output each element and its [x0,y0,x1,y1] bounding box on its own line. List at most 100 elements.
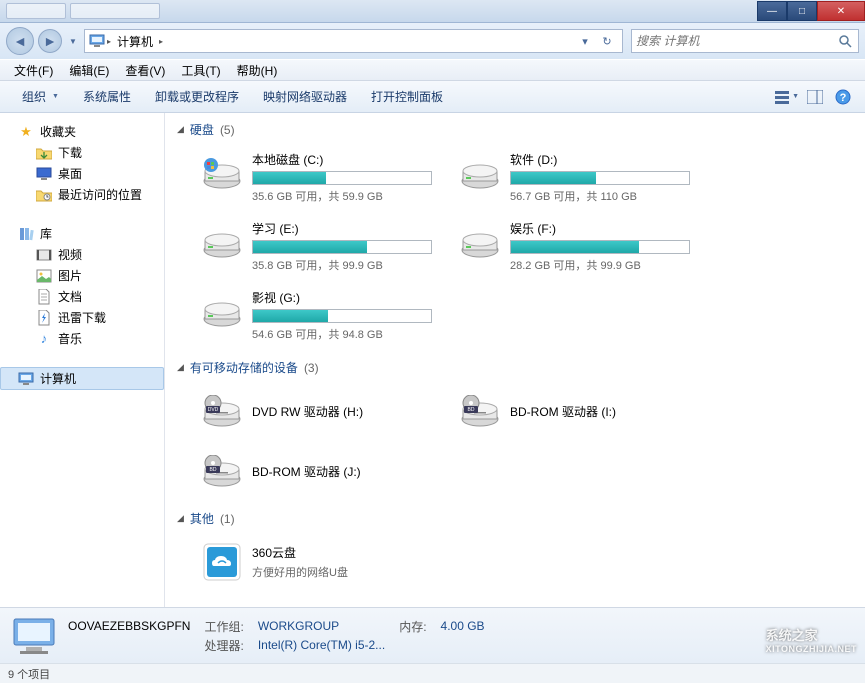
thunder-icon [36,310,52,326]
collapse-icon: ◢ [177,513,184,524]
capacity-bar [510,240,690,254]
drive-capacity: 54.6 GB 可用，共 94.8 GB [252,326,436,342]
menu-bar: 文件(F) 编辑(E) 查看(V) 工具(T) 帮助(H) [0,59,865,81]
open-control-panel-button[interactable]: 打开控制面板 [359,84,455,109]
sidebar-pictures[interactable]: 图片 [0,265,164,286]
system-properties-button[interactable]: 系统属性 [71,84,143,109]
document-icon [36,289,52,305]
refresh-button[interactable]: ↻ [596,30,618,52]
capacity-bar [252,171,432,185]
back-button[interactable]: ◄ [6,27,34,55]
drive-name: 360云盘 [252,544,436,561]
search-input[interactable] [636,34,836,48]
drive-item[interactable]: DVD DVD RW 驱动器 (H:) [195,384,441,438]
drive-name: 软件 (D:) [510,151,694,168]
music-icon: ♪ [36,331,52,347]
drive-item[interactable]: 本地磁盘 (C:) 35.6 GB 可用，共 59.9 GB [195,146,441,209]
organize-button[interactable]: 组织▼ [10,84,71,109]
item-count: 9 个项目 [8,666,50,682]
refresh-dropdown[interactable]: ▾ [574,30,596,52]
sidebar-thunder[interactable]: 迅雷下载 [0,307,164,328]
minimize-button[interactable]: — [757,1,787,21]
details-pane: OOVAEZEBBSKGPFN 工作组: WORKGROUP 内存: 4.00 … [0,607,865,663]
menu-file[interactable]: 文件(F) [6,60,61,81]
star-icon: ★ [18,124,34,140]
hdd-icon [458,220,502,264]
drive-capacity: 35.6 GB 可用，共 59.9 GB [252,188,436,204]
history-dropdown[interactable]: ▼ [66,27,80,55]
capacity-bar [252,309,432,323]
forward-button[interactable]: ► [38,29,62,53]
recent-icon [36,187,52,203]
svg-text:BD: BD [210,467,217,473]
address-bar[interactable]: ▸ 计算机 ▸ ▾ ↻ [84,29,623,53]
sidebar-libraries[interactable]: 库 [0,223,164,244]
sidebar-recent[interactable]: 最近访问的位置 [0,184,164,205]
cloud-drive-icon [200,540,244,584]
computer-icon [89,33,105,49]
close-button[interactable]: ✕ [817,1,865,21]
sidebar-videos[interactable]: 视频 [0,244,164,265]
drive-name: DVD RW 驱动器 (H:) [252,403,436,420]
svg-text:?: ? [840,92,847,104]
folder-icon [36,145,52,161]
optical-drive-icon: BD [200,449,244,493]
computer-name: OOVAEZEBBSKGPFN [68,619,190,633]
drive-item[interactable]: BD BD-ROM 驱动器 (J:) [195,444,441,498]
preview-pane-button[interactable] [803,86,827,108]
drive-item[interactable]: 软件 (D:) 56.7 GB 可用，共 110 GB [453,146,699,209]
background-tab [6,3,66,19]
sidebar-desktop[interactable]: 桌面 [0,163,164,184]
workgroup-label: 工作组: [204,618,243,635]
group-header-other[interactable]: ◢ 其他 (1) [165,506,865,531]
map-network-drive-button[interactable]: 映射网络驱动器 [251,84,359,109]
breadcrumb-arrow[interactable]: ▸ [157,37,165,46]
menu-tools[interactable]: 工具(T) [173,60,228,81]
sidebar-downloads[interactable]: 下载 [0,142,164,163]
breadcrumb-computer[interactable]: 计算机 [113,33,157,50]
drive-item[interactable]: 学习 (E:) 35.8 GB 可用，共 99.9 GB [195,215,441,278]
menu-view[interactable]: 查看(V) [117,60,173,81]
drive-name: BD-ROM 驱动器 (I:) [510,403,694,420]
navigation-bar: ◄ ► ▼ ▸ 计算机 ▸ ▾ ↻ [0,23,865,59]
drive-item[interactable]: 影视 (G:) 54.6 GB 可用，共 94.8 GB [195,284,441,347]
drive-item[interactable]: BD BD-ROM 驱动器 (I:) [453,384,699,438]
menu-edit[interactable]: 编辑(E) [61,60,117,81]
group-header-hdd[interactable]: ◢ 硬盘 (5) [165,117,865,142]
computer-large-icon [10,615,58,657]
capacity-bar [252,240,432,254]
sidebar-documents[interactable]: 文档 [0,286,164,307]
drive-name: BD-ROM 驱动器 (J:) [252,463,436,480]
uninstall-programs-button[interactable]: 卸载或更改程序 [143,84,251,109]
collapse-icon: ◢ [177,124,184,135]
picture-icon [36,268,52,284]
group-header-removable[interactable]: ◢ 有可移动存储的设备 (3) [165,355,865,380]
hdd-icon [200,289,244,333]
breadcrumb-arrow[interactable]: ▸ [105,37,113,46]
drive-name: 娱乐 (F:) [510,220,694,237]
libraries-icon [18,226,34,242]
search-box[interactable] [631,29,859,53]
status-bar: 9 个项目 [0,663,865,683]
help-button[interactable]: ? [831,86,855,108]
sidebar-music[interactable]: ♪ 音乐 [0,328,164,349]
maximize-button[interactable]: □ [787,1,817,21]
drive-capacity: 28.2 GB 可用，共 99.9 GB [510,257,694,273]
sidebar-favorites[interactable]: ★ 收藏夹 [0,121,164,142]
view-options-button[interactable]: ▼ [775,86,799,108]
memory-label: 内存: [399,618,426,635]
hdd-icon [200,220,244,264]
drive-item[interactable]: 360云盘 方便好用的网络U盘 [195,535,441,589]
computer-icon [18,371,34,387]
drive-item[interactable]: 娱乐 (F:) 28.2 GB 可用，共 99.9 GB [453,215,699,278]
drive-name: 本地磁盘 (C:) [252,151,436,168]
sidebar-computer[interactable]: 计算机 [0,367,164,390]
hdd-icon [200,151,244,195]
menu-help[interactable]: 帮助(H) [229,60,286,81]
drive-name: 学习 (E:) [252,220,436,237]
drive-name: 影视 (G:) [252,289,436,306]
window-titlebar: — □ ✕ [0,0,865,23]
drive-capacity: 35.8 GB 可用，共 99.9 GB [252,257,436,273]
background-tab [70,3,160,19]
drive-description: 方便好用的网络U盘 [252,564,436,580]
